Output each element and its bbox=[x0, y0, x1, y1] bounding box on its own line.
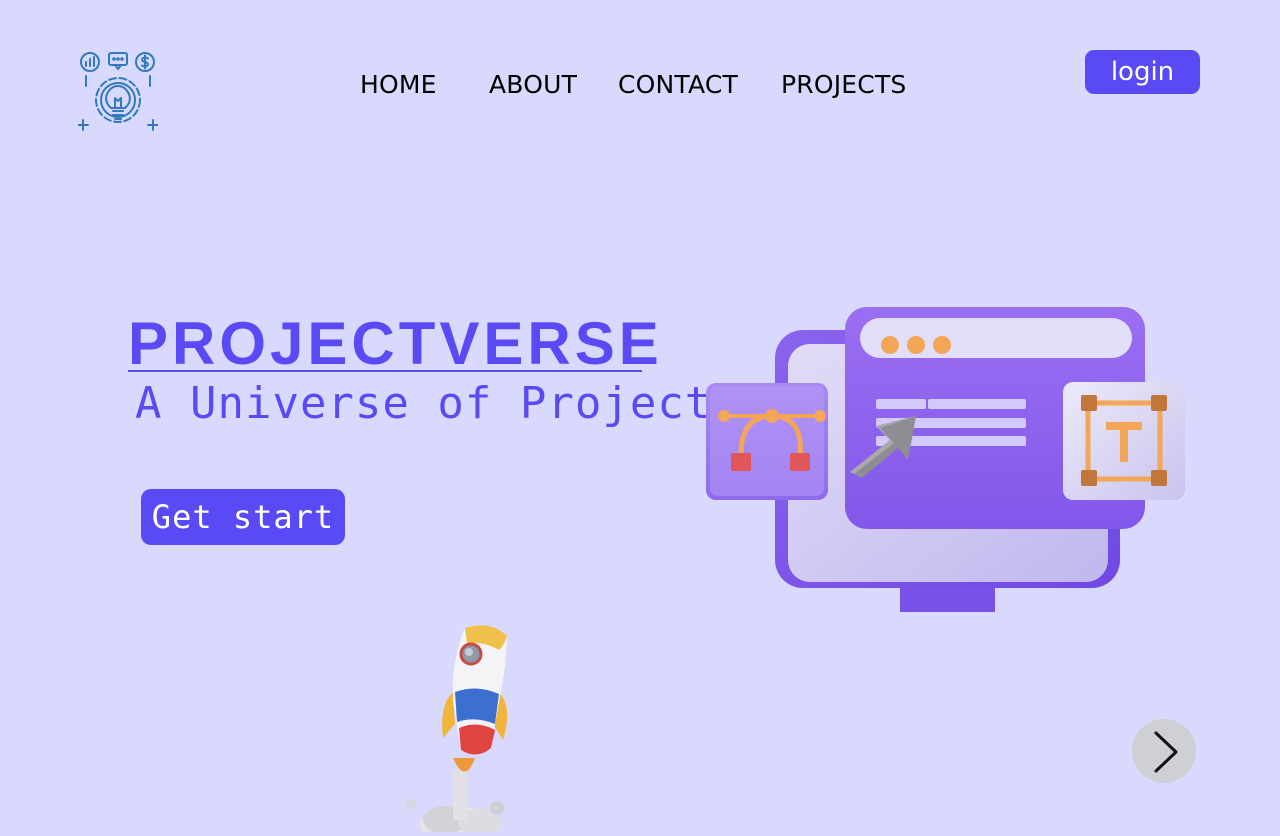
next-slide-button[interactable] bbox=[1132, 719, 1196, 783]
nav-projects[interactable]: PROJECTS bbox=[781, 68, 907, 102]
get-start-button[interactable]: Get start bbox=[141, 489, 345, 545]
nav-about[interactable]: ABOUT bbox=[489, 68, 577, 102]
rocket-illustration bbox=[395, 620, 520, 836]
title-underline bbox=[128, 370, 642, 372]
nav-contact[interactable]: CONTACT bbox=[618, 68, 738, 102]
login-button[interactable]: login bbox=[1085, 50, 1200, 94]
hero-subtitle: A Universe of Project bbox=[135, 378, 713, 429]
design-window-illustration bbox=[706, 307, 1185, 612]
nav-home[interactable]: HOME bbox=[360, 68, 437, 102]
chevron-right-icon bbox=[1154, 731, 1178, 773]
hero-illustration bbox=[700, 300, 1190, 615]
rocket-icon bbox=[406, 625, 508, 836]
